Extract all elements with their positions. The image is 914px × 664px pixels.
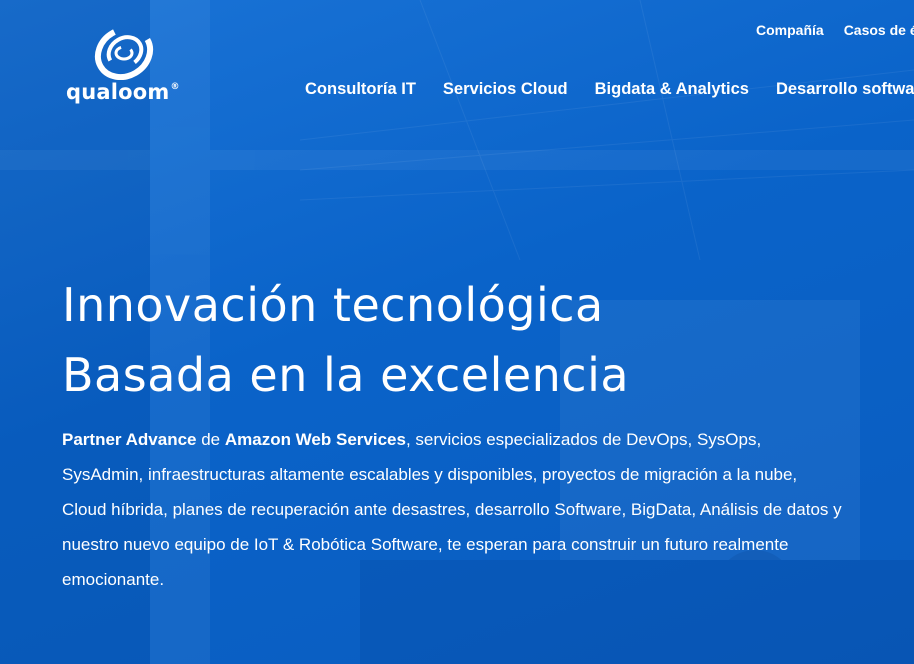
desc-connector: de <box>196 430 225 449</box>
top-nav-item-compania[interactable]: Compañía <box>756 22 824 38</box>
partner-advance-text: Partner Advance <box>62 430 197 449</box>
main-nav-item-bigdata-analytics[interactable]: Bigdata & Analytics <box>595 80 749 99</box>
site-header: qualoom® Compañía Casos de é Consultoría… <box>0 0 914 120</box>
secondary-nav: Compañía Casos de é <box>756 22 914 38</box>
hero-title-line-1: Innovación tecnológica <box>62 278 604 332</box>
primary-nav: Consultoría IT Servicios Cloud Bigdata &… <box>305 80 914 99</box>
logo-wordmark: qualoom® <box>66 80 180 104</box>
top-nav-item-casos-de-exito[interactable]: Casos de é <box>844 22 914 38</box>
hero-section: qualoom® Compañía Casos de é Consultoría… <box>0 0 914 664</box>
desc-body: , servicios especializados de DevOps, Sy… <box>62 430 842 589</box>
qualoom-logo[interactable]: qualoom® <box>66 26 186 110</box>
hero-title-line-2: Basada en la excelencia <box>62 348 630 402</box>
main-nav-item-consultoria-it[interactable]: Consultoría IT <box>305 80 416 99</box>
qualoom-swirl-logo-icon <box>94 26 154 80</box>
hero-title: Innovación tecnológica Basada en la exce… <box>62 270 852 410</box>
hero-description: Partner Advance de Amazon Web Services, … <box>62 422 842 597</box>
main-nav-item-desarrollo-software[interactable]: Desarrollo softwar <box>776 80 914 99</box>
aws-text: Amazon Web Services <box>224 430 406 449</box>
hero-content: Innovación tecnológica Basada en la exce… <box>62 270 852 597</box>
main-nav-item-servicios-cloud[interactable]: Servicios Cloud <box>443 80 568 99</box>
